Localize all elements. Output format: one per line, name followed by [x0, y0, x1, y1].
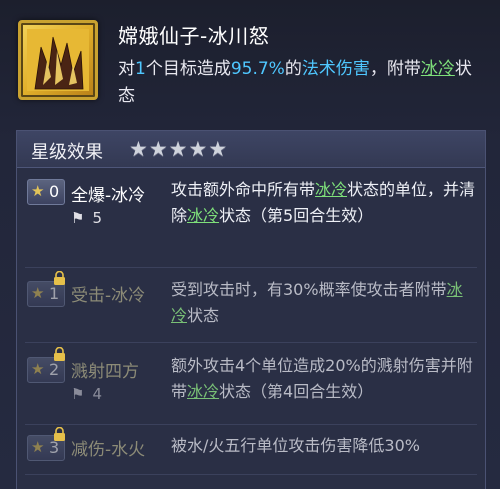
lock-icon [54, 427, 65, 441]
status-link[interactable]: 冰冷 [187, 382, 219, 401]
desc-text: 个目标造成 [145, 59, 231, 79]
damage-type: 法术伤害 [301, 59, 370, 79]
star-effect-row-2[interactable]: ★ 2 溅射四方 ⚑ 4 额外攻击4个单位造成20%的溅射伤害并附带冰冷状态（第4… [25, 347, 481, 421]
effect-name: 减伤-水火 [71, 440, 146, 460]
round-indicator: ⚑ 5 [71, 209, 102, 227]
lock-icon [54, 271, 65, 285]
effect-name: 受击-冰冷 [71, 286, 146, 306]
round-number: 4 [92, 385, 102, 403]
ice-crystal-icon [27, 29, 89, 91]
effect-name: 全爆-冰冷 [71, 186, 146, 206]
star-level-number: 1 [49, 284, 60, 303]
star-effects-section: 星级效果 ★ ★ ★ ★ ★ ★ 0 全爆-冰冷 ⚑ 5 攻击额外命中所有带冰冷状… [16, 130, 486, 489]
row-divider [25, 267, 477, 268]
skill-icon [18, 20, 98, 100]
effect-name: 溅射四方 [71, 362, 139, 382]
star-effects-label: 星级效果 [31, 142, 103, 163]
target-count: 1 [135, 59, 146, 79]
status-link[interactable]: 冰冷 [187, 206, 219, 225]
desc-text: 状态（第4回合生效） [219, 382, 374, 401]
star-effect-row-1[interactable]: ★ 1 受击-冰冷 受到攻击时，有30%概率使攻击者附带冰冷状态 [25, 271, 481, 339]
effect-description: 额外攻击4个单位造成20%的溅射伤害并附带冰冷状态（第4回合生效） [171, 353, 477, 405]
lock-icon [54, 347, 65, 361]
star-rating: ★ ★ ★ ★ ★ [129, 138, 227, 160]
round-number: 5 [92, 209, 102, 227]
star-level-badge: ★ 0 [27, 179, 65, 205]
star-effect-row-3[interactable]: ★ 3 减伤-水火 被水/火五行单位攻击伤害降低30% [25, 427, 481, 471]
star-icon: ★ [31, 284, 45, 302]
desc-text: 状态（第5回合生效） [219, 206, 374, 225]
skill-title: 嫦娥仙子-冰川怒 [118, 24, 270, 48]
star-effects-header: 星级效果 ★ ★ ★ ★ ★ [17, 131, 485, 168]
star-icon: ★ [31, 360, 45, 378]
star-effect-row-0[interactable]: ★ 0 全爆-冰冷 ⚑ 5 攻击额外命中所有带冰冷状态的单位，并清除冰冷状态（第5… [25, 175, 481, 265]
desc-text: 对 [118, 59, 135, 79]
star-icon: ★ [168, 137, 188, 161]
status-link[interactable]: 冰冷 [315, 180, 347, 199]
star-icon: ★ [129, 137, 148, 161]
star-icon: ★ [31, 182, 45, 200]
desc-text: 被水/火五行单位攻击伤害降低30% [171, 436, 420, 455]
star-level-number: 2 [49, 360, 60, 379]
star-icon: ★ [31, 438, 45, 456]
flag-icon: ⚑ [71, 209, 85, 227]
flag-icon: ⚑ [71, 385, 85, 403]
star-level-number: 0 [49, 182, 60, 201]
row-divider [25, 342, 477, 343]
effect-description: 攻击额外命中所有带冰冷状态的单位，并清除冰冷状态（第5回合生效） [171, 177, 477, 229]
round-indicator: ⚑ 4 [71, 385, 102, 403]
star-icon: ★ [188, 137, 208, 161]
desc-text: 受到攻击时，有30%概率使攻击者附带 [171, 280, 447, 299]
row-divider [25, 424, 477, 425]
desc-text: 攻击额外命中所有带 [171, 180, 316, 199]
desc-text: 状态 [187, 306, 220, 325]
skill-description: 对1个目标造成95.7%的法术伤害，附带冰冷状态 [118, 56, 488, 110]
status-link[interactable]: 冰冷 [421, 59, 455, 79]
damage-percent: 95.7% [230, 59, 285, 79]
skill-tooltip-panel: 嫦娥仙子-冰川怒 对1个目标造成95.7%的法术伤害，附带冰冷状态 星级效果 ★… [0, 0, 500, 489]
effect-description: 被水/火五行单位攻击伤害降低30% [171, 433, 477, 459]
row-divider [25, 474, 477, 475]
desc-text: 的 [284, 59, 302, 79]
star-icon: ★ [148, 137, 168, 161]
effect-description: 受到攻击时，有30%概率使攻击者附带冰冷状态 [171, 277, 477, 329]
desc-text: ，附带 [369, 59, 421, 79]
star-icon: ★ [208, 137, 228, 161]
